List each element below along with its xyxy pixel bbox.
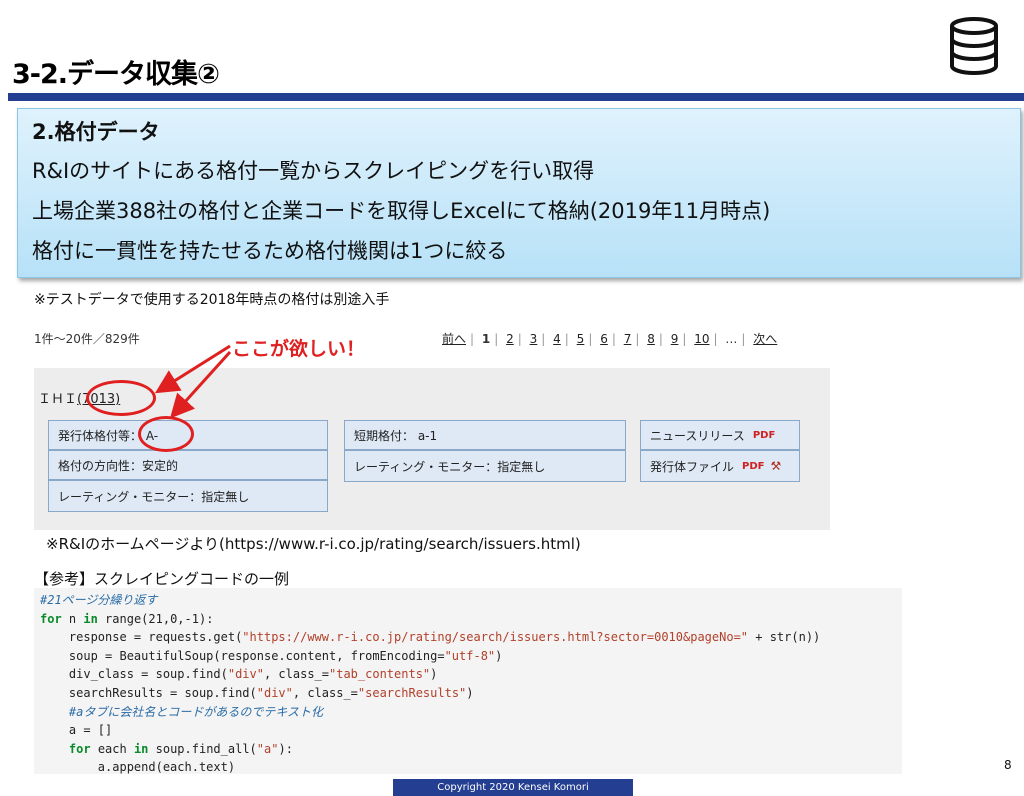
rating-monitor-left-cell: レーティング・モニター：指定無し (48, 480, 328, 512)
issuer-file-cell[interactable]: 発行体ファイル PDF ⚒ (640, 450, 800, 482)
rating-site-screenshot: 1件～20件／829件 前へ | 1 | 2 | 3 | 4 | 5 | 6 | 7 | 8 | … (34, 322, 830, 530)
test-data-note: ※テストデータで使用する2018年時点の格付は別途入手 (34, 292, 390, 308)
code-line-4: soup = BeautifulSoup(response.content, f… (40, 648, 503, 663)
pager-ellipsis: … (725, 332, 738, 346)
pager: 前へ | 1 | 2 | 3 | 4 | 5 | 6 | 7 | 8 | 9 | 10 | … | 次へ (442, 332, 778, 346)
pdf-icon[interactable]: PDF (753, 430, 775, 441)
code-line-8: a = [] (40, 723, 113, 738)
pager-next[interactable]: 次へ (753, 332, 777, 346)
pager-page-6[interactable]: 6 (600, 332, 608, 346)
code-line-6: searchResults = soup.find("div", class_=… (40, 685, 474, 700)
code-caption: 【参考】スクレイピングコードの一例 (34, 570, 290, 588)
pager-page-8[interactable]: 8 (647, 332, 655, 346)
pager-page-2[interactable]: 2 (506, 332, 514, 346)
pager-page-3[interactable]: 3 (530, 332, 538, 346)
rating-monitor-right-cell: レーティング・モニター：指定無し (344, 450, 626, 482)
code-block: #21ページ分繰り返す for n in range(21,0,-1): res… (34, 588, 902, 774)
callout-arrows (154, 344, 232, 419)
code-line-3: response = requests.get("https://www.r-i… (40, 630, 821, 645)
pager-page-9[interactable]: 9 (671, 332, 679, 346)
info-line-1: R&Iのサイトにある格付一覧からスクレイピングを行い取得 (32, 159, 595, 183)
page-number: 8 (1004, 758, 1012, 772)
short-term-rating-cell: 短期格付： a-1 (344, 420, 626, 450)
pager-page-5[interactable]: 5 (577, 332, 585, 346)
wrench-icon[interactable]: ⚒ (770, 459, 781, 473)
code-line-10: a.append(each.text) (40, 760, 236, 775)
slide-title: 3-2.データ収集② (12, 59, 220, 90)
pdf-icon[interactable]: PDF (742, 461, 764, 472)
pager-page-4[interactable]: 4 (553, 332, 561, 346)
code-line-2: for n in range(21,0,-1): (40, 611, 214, 626)
title-rule (8, 93, 1024, 101)
info-heading: 2.格付データ (32, 120, 160, 144)
code-line-9: for each in soup.find_all("a"): (68, 741, 293, 756)
news-release-label: ニュースリリース (650, 428, 745, 443)
code-line-7: #aタブに会社名とコードがあるのでテキスト化 (40, 704, 323, 719)
issuer-file-label: 発行体ファイル (650, 459, 735, 474)
pager-prev[interactable]: 前へ (442, 332, 466, 346)
pager-page-7[interactable]: 7 (624, 332, 632, 346)
pager-page-1[interactable]: 1 (482, 332, 490, 346)
database-icon (950, 17, 998, 75)
code-line-1: #21ページ分繰り返す (40, 593, 158, 607)
info-line-2: 上場企業388社の格付と企業コードを取得しExcelにて格納(2019年11月時… (32, 199, 771, 223)
code-line-5: div_class = soup.find("div", class_="tab… (40, 667, 438, 682)
source-note: ※R&Iのホームページより(https://www.r-i.co.jp/rati… (46, 535, 581, 553)
pager-page-10[interactable]: 10 (694, 332, 709, 346)
news-release-cell[interactable]: ニュースリリース PDF (640, 420, 800, 450)
footer-copyright: Copyright 2020 Kensei Komori (393, 779, 633, 796)
info-box: 2.格付データ R&Iのサイトにある格付一覧からスクレイピングを行い取得 上場企… (17, 108, 1021, 278)
info-line-3: 格付に一貫性を持たせるため格付機関は1つに絞る (32, 239, 508, 263)
